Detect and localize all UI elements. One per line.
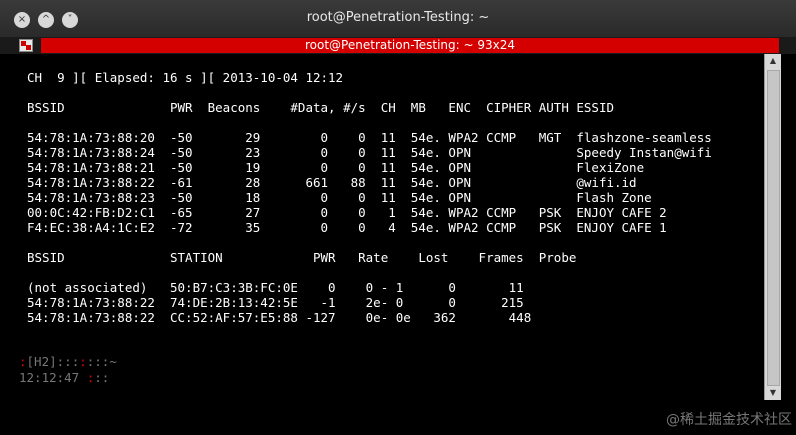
- terminal-window: × ^ ˅ root@Penetration-Testing: ~ root@P…: [0, 0, 796, 435]
- ap-table-header: BSSID PWR Beacons #Data, #/s CH MB ENC C…: [27, 100, 614, 115]
- tab-bar: root@Penetration-Testing: ~ 93x24: [0, 37, 796, 54]
- station-table-header: BSSID STATION PWR Rate Lost Frames Probe: [27, 250, 577, 265]
- prompt-time: 12:12:47: [19, 370, 87, 385]
- prompt-line-2[interactable]: 12:12:47 :::: [19, 370, 109, 385]
- status-line: CH 9 ][ Elapsed: 16 s ][ 2013-10-04 12:1…: [27, 70, 344, 85]
- title-bar[interactable]: × ^ ˅ root@Penetration-Testing: ~: [0, 0, 796, 38]
- prompt-host: [H2]: [26, 354, 57, 369]
- station-row: (not associated) 50:B7:C3:3B:FC:0E 0 0 -…: [27, 280, 524, 295]
- scroll-up-icon[interactable]: ▲: [765, 54, 781, 68]
- prompt-cursor: ::: [94, 370, 110, 385]
- station-row: 54:78:1A:73:88:22 CC:52:AF:57:E5:88 -127…: [27, 310, 532, 325]
- prompt-separator: :: [79, 354, 87, 369]
- ap-row: 54:78:1A:73:88:21 -50 19 0 0 11 54e. OPN…: [27, 160, 645, 175]
- ap-row: 54:78:1A:73:88:24 -50 23 0 0 11 54e. OPN…: [27, 145, 712, 160]
- scrollbar-thumb[interactable]: [767, 70, 780, 386]
- station-row: 54:78:1A:73:88:22 74:DE:2B:13:42:5E -1 2…: [27, 295, 524, 310]
- prompt-line-1: :[H2]:::::::~: [19, 354, 117, 369]
- prompt-separator: :: [19, 354, 27, 369]
- terminal-tab-icon[interactable]: [19, 39, 33, 52]
- ap-row: 00:0C:42:FB:D2:C1 -65 27 0 0 1 54e. WPA2…: [27, 205, 667, 220]
- ap-row: 54:78:1A:73:88:23 -50 18 0 0 11 54e. OPN…: [27, 190, 652, 205]
- ap-row: F4:EC:38:A4:1C:E2 -72 35 0 0 4 54e. WPA2…: [27, 220, 667, 235]
- prompt-path: :::~: [86, 354, 117, 369]
- watermark: @稀土掘金技术社区: [666, 412, 792, 428]
- prompt-separator: :::: [56, 354, 80, 369]
- scroll-down-icon[interactable]: ▼: [765, 386, 781, 400]
- window-title: root@Penetration-Testing: ~: [306, 10, 490, 25]
- vertical-scrollbar[interactable]: ▲ ▼: [764, 54, 781, 400]
- ap-row: 54:78:1A:73:88:22 -61 28 661 88 11 54e. …: [27, 175, 637, 190]
- ap-row: 54:78:1A:73:88:20 -50 29 0 0 11 54e. WPA…: [27, 130, 712, 145]
- terminal-output[interactable]: CH 9 ][ Elapsed: 16 s ][ 2013-10-04 12:1…: [19, 54, 763, 424]
- active-tab[interactable]: root@Penetration-Testing: ~ 93x24: [41, 38, 779, 53]
